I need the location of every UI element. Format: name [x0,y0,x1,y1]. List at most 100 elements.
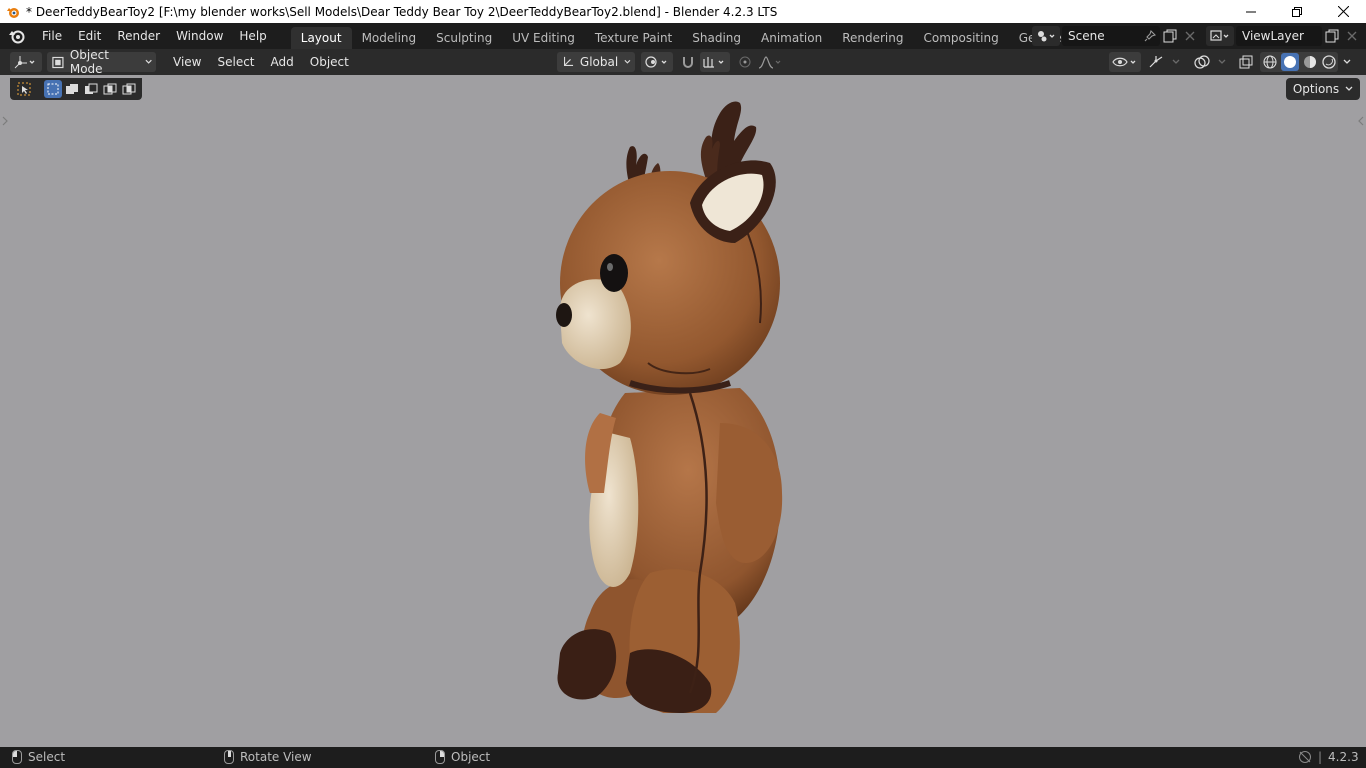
proportional-falloff-dropdown[interactable] [756,52,784,72]
version-label: 4.2.3 [1328,750,1359,764]
status-select-hint: Select [12,750,65,764]
delete-view-layer-button[interactable] [1342,26,1362,46]
tab-layout[interactable]: Layout [290,27,352,49]
menu-window[interactable]: Window [168,26,231,46]
chevron-down-icon [624,59,631,64]
rendered-shading-icon[interactable] [1321,54,1337,70]
scene-selector: Scene [1032,26,1200,46]
mode-dropdown[interactable]: Object Mode [47,48,156,76]
tab-animation[interactable]: Animation [751,27,832,49]
cursor-select-icon [17,82,31,96]
gizmo-toggle[interactable] [1145,52,1167,72]
editor-type-button[interactable] [10,52,42,72]
pin-icon[interactable] [1144,30,1156,42]
options-dropdown[interactable]: Options [1286,78,1360,100]
deer-teddy-bear-model[interactable] [530,93,830,713]
select-mode-extend[interactable] [62,80,81,98]
transform-orientation-dropdown[interactable]: Global [557,52,635,72]
mouse-middle-icon [224,750,234,764]
options-label: Options [1292,82,1340,96]
scene-browse-button[interactable] [1032,26,1060,46]
select-mode-subtract[interactable] [81,80,100,98]
new-scene-button[interactable] [1160,26,1180,46]
solid-shading-icon[interactable] [1280,53,1299,71]
wireframe-shading-icon[interactable] [1262,54,1278,70]
menu-view[interactable]: View [165,52,209,72]
chevron-down-icon [1343,59,1351,64]
chevron-right-icon [2,116,8,126]
tab-rendering[interactable]: Rendering [832,27,913,49]
status-rotate-hint: Rotate View [224,750,312,764]
minimize-icon [1246,11,1256,12]
menu-object[interactable]: Object [302,52,357,72]
falloff-curve-icon [758,56,781,69]
network-disabled-icon [1299,751,1311,763]
gizmo-dropdown[interactable] [1169,52,1183,72]
tab-modeling[interactable]: Modeling [352,27,427,49]
eye-icon [1112,57,1136,67]
close-icon [1337,6,1349,17]
menu-render[interactable]: Render [109,26,168,46]
tab-compositing[interactable]: Compositing [913,27,1008,49]
tab-sculpting[interactable]: Sculpting [426,27,502,49]
delete-scene-button[interactable] [1180,26,1200,46]
view-layer-browse-button[interactable] [1206,26,1234,46]
status-object-label: Object [451,750,491,764]
proportional-editing-toggle[interactable] [736,52,754,72]
blender-app-icon [7,7,19,18]
3d-viewport[interactable]: Options [0,75,1366,747]
status-object-hint: Object [435,750,490,764]
select-mode-difference[interactable] [100,80,119,98]
scene-name-field[interactable]: Scene [1062,26,1160,46]
new-view-layer-button[interactable] [1322,26,1342,46]
overlays-toggle[interactable] [1191,52,1213,72]
menu-add[interactable]: Add [263,52,302,72]
chevron-left-icon [1358,116,1364,126]
material-preview-shading-icon[interactable] [1302,54,1318,70]
window-title: * DeerTeddyBearToy2 [F:\my blender works… [26,4,778,19]
blender-logo-menu[interactable] [0,23,34,49]
duplicate-icon [1325,29,1339,43]
minimize-button[interactable] [1228,0,1274,23]
view-layer-name-field[interactable]: ViewLayer [1236,26,1322,46]
viewport-header: Object Mode View Select Add Object Globa… [0,48,1366,76]
tab-texture-paint[interactable]: Texture Paint [585,27,682,49]
select-subtract-icon [84,83,97,94]
menu-file[interactable]: File [34,26,70,46]
tab-shading[interactable]: Shading [682,27,751,49]
duplicate-icon [1163,29,1177,43]
snap-target-dropdown[interactable] [700,52,730,72]
chevron-down-icon [1218,59,1226,64]
orientation-global-icon [563,56,574,66]
close-button[interactable] [1320,0,1366,23]
select-new-icon [47,83,59,95]
blender-logo-icon [9,30,25,44]
scene-name: Scene [1068,29,1105,43]
view-layer-name: ViewLayer [1242,29,1304,43]
select-difference-icon [103,83,116,95]
restore-button[interactable] [1274,0,1320,23]
select-mode-intersect[interactable] [119,80,138,98]
menu-select[interactable]: Select [209,52,262,72]
status-rotate-label: Rotate View [240,750,312,764]
snap-toggle[interactable] [678,52,698,72]
select-tool-button[interactable] [14,80,34,98]
restore-icon [1292,6,1302,17]
proportional-editing-icon [739,56,751,68]
overlays-icon [1194,55,1210,69]
select-mode-new[interactable] [44,80,62,98]
pivot-point-dropdown[interactable] [641,52,673,72]
menu-help[interactable]: Help [231,26,274,46]
render-layers-icon [1210,30,1229,41]
scene-icon [1038,31,1055,42]
overlays-dropdown[interactable] [1215,52,1229,72]
tab-uv-editing[interactable]: UV Editing [502,27,585,49]
xray-toggle[interactable] [1236,52,1256,72]
magnet-icon [683,57,693,68]
visibility-dropdown[interactable] [1109,52,1141,72]
shading-dropdown[interactable] [1340,52,1354,72]
sidebar-expand-arrow[interactable] [1357,115,1365,129]
selection-tool-settings [10,78,142,100]
menu-edit[interactable]: Edit [70,26,109,46]
toolbar-expand-arrow[interactable] [1,115,9,129]
